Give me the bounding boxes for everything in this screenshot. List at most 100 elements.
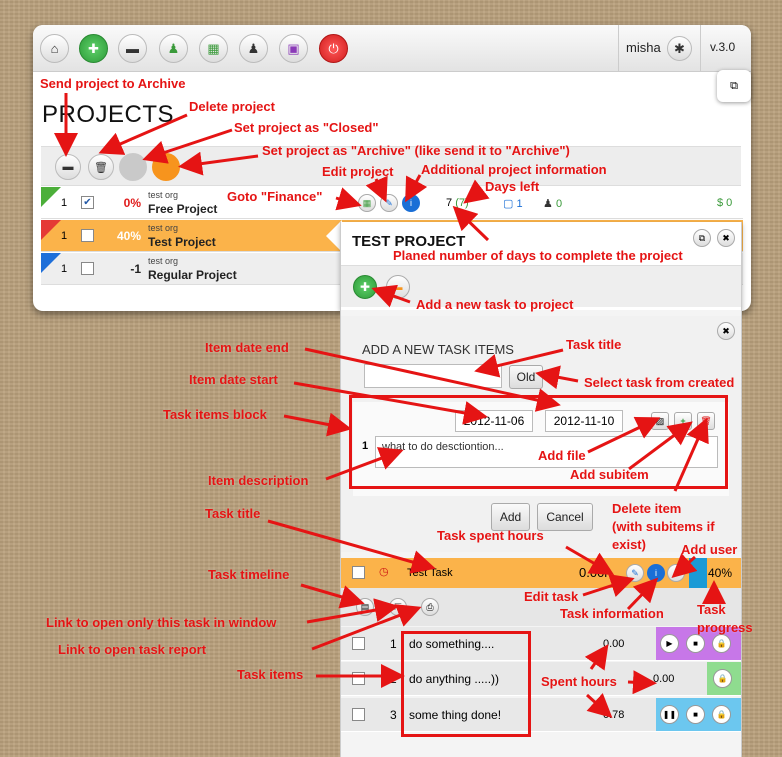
files-count: ▢ 1 (503, 198, 523, 210)
archive-project-button[interactable] (152, 153, 180, 181)
task-row[interactable]: ◷ Test Task 0.00h ✎ i ♟ 40% (341, 558, 741, 588)
toolbar-separator (618, 25, 619, 72)
cancel-button[interactable]: Cancel (537, 503, 593, 531)
task-progress: 40% (708, 566, 733, 580)
item-checkbox[interactable] (352, 708, 365, 721)
info-icon[interactable]: i (647, 564, 665, 582)
finance-grid-icon[interactable]: ▦ (199, 34, 228, 63)
close-project-button[interactable] (119, 153, 147, 181)
task-title[interactable]: Test Task (407, 567, 453, 579)
annotation: Task (697, 602, 726, 617)
annotation: Select task from created (584, 375, 735, 390)
open-window-icon[interactable]: ⇱ (389, 598, 407, 616)
lock-icon[interactable]: 🔒 (712, 634, 731, 653)
annotation: Task spent hours (437, 528, 544, 543)
calendar-icon[interactable]: ▣ (279, 34, 308, 63)
item-controls: 🔒 (707, 662, 741, 695)
user-icon[interactable]: ♟ (159, 34, 188, 63)
top-toolbar: ⌂ ✚ ▬ ♟ ▦ ♟ ▣ ⏻ misha ✱ v.3.0 (33, 25, 751, 72)
home-icon[interactable]: ⌂ (40, 34, 69, 63)
annotation: Add a new task to project (416, 297, 574, 312)
days-left: 7 (7) (446, 197, 469, 209)
annotation: Item date start (189, 372, 278, 387)
project-org: test org (148, 223, 179, 233)
row-number: 1 (61, 263, 68, 275)
row-checkbox[interactable] (81, 262, 94, 275)
toolbar-separator (700, 25, 701, 72)
annotation: Task title (205, 506, 261, 521)
annotation: Add user (681, 542, 738, 557)
users-count: ♟ 0 (543, 198, 563, 210)
archive-folder-icon[interactable]: ▬ (55, 154, 81, 180)
clock-icon: ◷ (379, 566, 389, 578)
add-user-icon[interactable]: ♟ (667, 564, 685, 582)
annotation: Delete item (612, 501, 682, 516)
annotation: (with subitems if (612, 519, 715, 534)
annotation: Task title (566, 337, 622, 352)
info-icon[interactable]: i (402, 194, 420, 212)
annotation: Add subitem (570, 467, 649, 482)
annotation: Task items block (163, 407, 267, 422)
annotation: Item description (208, 473, 309, 488)
annotation: Item date end (205, 340, 289, 355)
annotation: Set project as "Archive" (like send it t… (262, 143, 570, 158)
task-hours: 0.00h (579, 565, 612, 580)
lock-icon[interactable]: 🔒 (713, 669, 732, 688)
progress-percent: 40% (116, 229, 141, 243)
annotation: progress (697, 620, 753, 635)
print-icon[interactable]: ⎙ (421, 598, 439, 616)
item-checkbox[interactable] (352, 672, 365, 685)
annotation: Delete project (189, 99, 275, 114)
item-number: 2 (390, 672, 397, 686)
annotation: exist) (612, 537, 646, 552)
annotation: Planed number of days to complete the pr… (393, 248, 683, 263)
folder-icon[interactable]: ▬ (118, 34, 147, 63)
pencil-icon[interactable]: ✎ (380, 194, 398, 212)
new-task-heading: ADD A NEW TASK ITEMS (362, 342, 514, 357)
gear-icon[interactable]: ✱ (667, 36, 692, 61)
add-button[interactable]: Add (491, 503, 530, 531)
task-items-highlight (349, 395, 728, 489)
annotation: Days left (485, 179, 540, 194)
lock-icon[interactable]: 🔒 (712, 705, 731, 724)
project-name[interactable]: Test Project (148, 235, 216, 249)
close-icon[interactable]: ✖ (717, 322, 735, 340)
project-row[interactable]: 1 ✔ 0% test org Free Project ▦ ✎ i 7 (7)… (41, 187, 743, 219)
trash-icon[interactable]: 🗑 (88, 154, 114, 180)
users-icon[interactable]: ♟ (239, 34, 268, 63)
item-controls: ❚❚ ■ 🔒 (656, 698, 741, 731)
annotation: Send project to Archive (40, 76, 186, 91)
progress-bar (689, 558, 707, 588)
folder-icon[interactable]: ▬ (386, 275, 410, 299)
power-icon[interactable]: ⏻ (319, 34, 348, 63)
item-hours: 0.00 (603, 638, 625, 650)
task-title-input[interactable] (364, 364, 502, 388)
project-name[interactable]: Regular Project (148, 268, 237, 282)
project-org: test org (148, 190, 179, 200)
restore-window-button[interactable]: ⧉ (717, 70, 751, 102)
restore-icon[interactable]: ⧉ (693, 229, 711, 247)
annotation: Edit project (322, 164, 394, 179)
stop-icon[interactable]: ■ (686, 705, 705, 724)
item-checkbox[interactable] (352, 637, 365, 650)
annotation: Task information (560, 606, 664, 621)
finance-icon[interactable]: ▦ (358, 194, 376, 212)
timeline-icon[interactable]: ▤ (356, 598, 374, 616)
add-task-button[interactable]: ✚ (353, 275, 377, 299)
project-name[interactable]: Free Project (148, 202, 217, 216)
annotation: Set project as "Closed" (234, 120, 379, 135)
username: misha (626, 40, 661, 55)
project-money: $ 0 (717, 197, 733, 209)
row-checkbox[interactable]: ✔ (81, 196, 94, 209)
progress-percent: -1 (130, 262, 141, 276)
row-checkbox[interactable] (81, 229, 94, 242)
pencil-icon[interactable]: ✎ (626, 564, 644, 582)
play-icon[interactable]: ▶ (660, 634, 679, 653)
task-checkbox[interactable] (352, 566, 365, 579)
pause-icon[interactable]: ❚❚ (660, 705, 679, 724)
old-task-button[interactable]: Old (509, 365, 543, 389)
add-project-button[interactable]: ✚ (79, 34, 108, 63)
row-number: 1 (61, 197, 68, 209)
close-icon[interactable]: ✖ (717, 229, 735, 247)
stop-icon[interactable]: ■ (686, 634, 705, 653)
